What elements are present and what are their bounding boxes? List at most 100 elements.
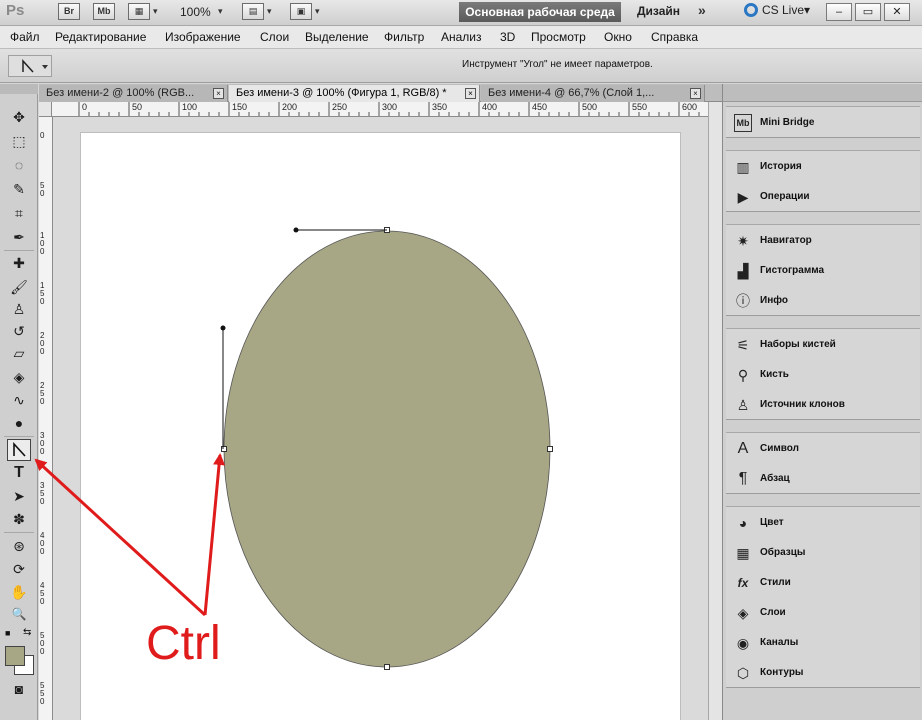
clone-stamp-tool[interactable]: ♙ bbox=[7, 298, 31, 320]
menu-analysis[interactable]: Анализ bbox=[441, 30, 482, 44]
blur-tool[interactable]: ∿ bbox=[7, 389, 31, 411]
ruler-label: 550 bbox=[40, 681, 45, 706]
menu-image[interactable]: Изображение bbox=[165, 30, 241, 44]
panel-paths[interactable]: ⬡ Контуры bbox=[726, 658, 920, 688]
menu-window[interactable]: Окно bbox=[604, 30, 632, 44]
paint-bucket-tool[interactable]: ◈ bbox=[7, 366, 31, 388]
eyedropper-tool-icon: ✒ bbox=[13, 228, 25, 245]
close-button[interactable]: ✕ bbox=[884, 3, 910, 21]
panel-color[interactable]: ◕ Цвет bbox=[726, 508, 920, 538]
workspace-design-button[interactable]: Дизайн bbox=[637, 4, 680, 18]
default-colors-icon[interactable]: ■ bbox=[5, 628, 10, 638]
chevron-down-icon[interactable]: ▾ bbox=[315, 6, 320, 17]
minimize-button[interactable]: – bbox=[826, 3, 852, 21]
tab-label: Без имени-2 @ 100% (RGB... bbox=[46, 87, 195, 99]
crop-tool[interactable]: ⌗ bbox=[7, 202, 31, 224]
toolbox-header[interactable] bbox=[0, 84, 38, 94]
panel-clone-source[interactable]: ♙ Источник клонов bbox=[726, 390, 920, 420]
quick-mask-button[interactable]: ◙ bbox=[7, 678, 31, 700]
history-brush-tool[interactable]: ↺ bbox=[7, 320, 31, 342]
close-icon[interactable]: × bbox=[690, 88, 701, 99]
tab-document-4[interactable]: Без имени-4 @ 66,7% (Слой 1,... × bbox=[481, 85, 705, 102]
menu-layers[interactable]: Слои bbox=[260, 30, 289, 44]
vertical-ruler[interactable]: 0 50 100 150 200 250 300 350 400 450 500… bbox=[39, 117, 53, 720]
3d-rotate-tool[interactable]: ⊛ bbox=[7, 535, 31, 557]
panel-paragraph[interactable]: ¶ Абзац bbox=[726, 464, 920, 494]
swap-colors-icon[interactable]: ⇆ bbox=[23, 627, 31, 638]
zoom-level[interactable]: 100% bbox=[180, 5, 211, 19]
panel-history[interactable]: ▥ История bbox=[726, 152, 920, 182]
chevron-down-icon[interactable]: ▾ bbox=[218, 6, 223, 17]
3d-orbit-tool[interactable]: ⟳ bbox=[7, 558, 31, 580]
close-icon[interactable]: × bbox=[465, 88, 476, 99]
history-icon: ▥ bbox=[736, 158, 750, 175]
eraser-tool[interactable]: ▱ bbox=[7, 342, 31, 364]
menu-view[interactable]: Просмотр bbox=[531, 30, 586, 44]
vertical-scrollbar[interactable] bbox=[708, 102, 722, 720]
lasso-tool[interactable]: ◌ bbox=[7, 154, 31, 176]
screen-mode-button[interactable]: ▣ bbox=[290, 3, 312, 20]
marquee-tool-icon: ⬚ bbox=[12, 132, 26, 149]
angle-tool[interactable] bbox=[7, 439, 31, 461]
zoom-tool[interactable]: 🔍 bbox=[7, 603, 31, 625]
menu-edit[interactable]: Редактирование bbox=[55, 30, 146, 44]
quick-select-tool[interactable]: ✎ bbox=[7, 178, 31, 200]
menu-filter[interactable]: Фильтр bbox=[384, 30, 424, 44]
bridge-button[interactable]: Br bbox=[58, 3, 80, 20]
panel-info[interactable]: ⓘ Инфо bbox=[726, 286, 920, 316]
panel-swatches[interactable]: ▦ Образцы bbox=[726, 538, 920, 568]
horizontal-ruler[interactable]: 0 50 100 150 200 250 300 350 400 450 500… bbox=[52, 102, 708, 117]
move-tool[interactable]: ✥ bbox=[7, 106, 31, 128]
type-tool-icon: T bbox=[14, 464, 24, 481]
maximize-button[interactable]: ▭ bbox=[855, 3, 881, 21]
cs-live-button[interactable]: CS Live▾ bbox=[744, 3, 810, 21]
ruler-ticks bbox=[78, 102, 700, 116]
panel-histogram[interactable]: ▟ Гистограмма bbox=[726, 256, 920, 286]
panel-mini-bridge[interactable]: Mb Mini Bridge bbox=[726, 108, 920, 138]
ruler-label: 400 bbox=[40, 531, 45, 556]
close-icon[interactable]: × bbox=[213, 88, 224, 99]
panel-styles[interactable]: fx Стили bbox=[726, 568, 920, 598]
panel-brush-presets[interactable]: ⚟ Наборы кистей bbox=[726, 330, 920, 360]
panel-label: Образцы bbox=[760, 547, 806, 558]
custom-shape-tool[interactable]: ✽ bbox=[7, 508, 31, 530]
menu-file[interactable]: Файл bbox=[10, 30, 40, 44]
panel-character[interactable]: A Символ bbox=[726, 434, 920, 464]
ruler-origin[interactable] bbox=[39, 102, 52, 117]
foreground-color-swatch[interactable] bbox=[5, 646, 25, 666]
panel-navigator[interactable]: ✷ Навигатор bbox=[726, 226, 920, 256]
cs-live-icon bbox=[744, 3, 758, 17]
healing-brush-tool[interactable]: ✚ bbox=[7, 252, 31, 274]
more-workspaces-button[interactable]: » bbox=[698, 2, 706, 18]
photoshop-window: Ps Br Mb ▦ ▾ 100% ▾ ▤ ▾ ▣ ▾ Основная раб… bbox=[0, 0, 922, 720]
chevron-down-icon[interactable]: ▾ bbox=[267, 6, 272, 17]
brush-tool[interactable]: 🖌 bbox=[7, 276, 31, 298]
view-extras-button[interactable]: ▦ bbox=[128, 3, 150, 20]
zoom-tool-icon: 🔍 bbox=[11, 607, 27, 621]
hand-tool[interactable]: ✋ bbox=[7, 581, 31, 603]
arrange-documents-button[interactable]: ▤ bbox=[242, 3, 264, 20]
panel-layers[interactable]: ◈ Слои bbox=[726, 598, 920, 628]
panel-brush[interactable]: ⚲ Кисть bbox=[726, 360, 920, 390]
chevron-down-icon: ▾ bbox=[804, 3, 811, 17]
marquee-tool[interactable]: ⬚ bbox=[7, 130, 31, 152]
dodge-tool[interactable]: ● bbox=[7, 412, 31, 434]
menu-3d[interactable]: 3D bbox=[500, 30, 515, 44]
tool-preset-picker[interactable] bbox=[8, 55, 52, 77]
panel-actions[interactable]: ▶ Операции bbox=[726, 182, 920, 212]
clone-stamp-tool-icon: ♙ bbox=[12, 300, 26, 317]
tab-document-2[interactable]: Без имени-2 @ 100% (RGB... × bbox=[39, 85, 228, 102]
mini-bridge-button[interactable]: Mb bbox=[93, 3, 115, 20]
panel-channels[interactable]: ◉ Каналы bbox=[726, 628, 920, 658]
toolbox-divider bbox=[4, 436, 34, 437]
menu-select[interactable]: Выделение bbox=[305, 30, 369, 44]
type-tool[interactable]: T bbox=[7, 462, 31, 484]
chevron-down-icon[interactable]: ▾ bbox=[153, 6, 158, 17]
workspace-essentials-button[interactable]: Основная рабочая среда bbox=[459, 2, 621, 22]
panel-label: Цвет bbox=[760, 517, 784, 528]
eyedropper-tool[interactable]: ✒ bbox=[7, 226, 31, 248]
tab-document-3[interactable]: Без имени-3 @ 100% (Фигура 1, RGB/8) * × bbox=[229, 85, 480, 102]
path-select-tool[interactable]: ➤ bbox=[7, 485, 31, 507]
menu-help[interactable]: Справка bbox=[651, 30, 698, 44]
panels-dock-header[interactable] bbox=[723, 84, 922, 102]
